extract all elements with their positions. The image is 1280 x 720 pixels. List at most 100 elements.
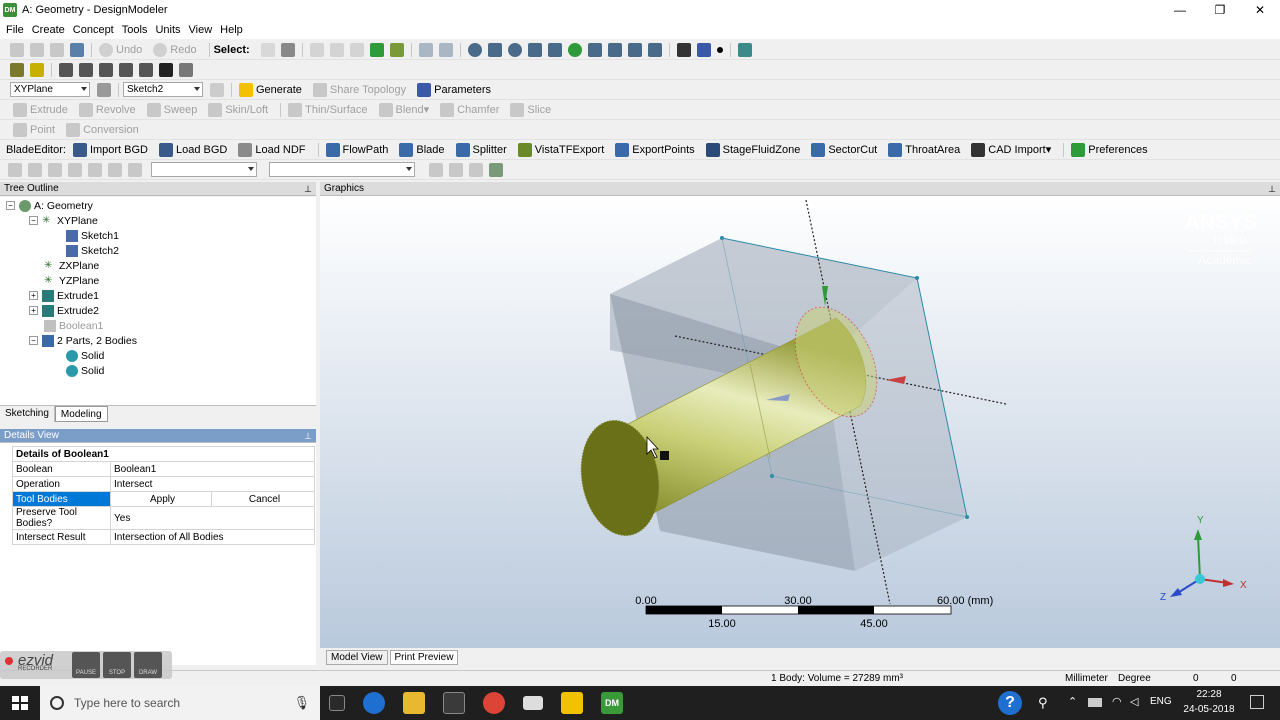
details-label-tool-bodies[interactable]: Tool Bodies: [12, 491, 111, 507]
help-icon[interactable]: ?: [998, 691, 1022, 715]
face-filter-icon[interactable]: [349, 42, 364, 57]
maximize-button[interactable]: ❐: [1200, 0, 1240, 20]
zoom-out-icon[interactable]: [607, 42, 622, 57]
chamfer-button[interactable]: Chamfer: [437, 102, 499, 117]
mail-icon[interactable]: [523, 696, 543, 710]
triad-icon[interactable]: [676, 42, 691, 57]
chrome-icon[interactable]: [483, 692, 505, 714]
filter-combo-2[interactable]: [269, 162, 415, 177]
people-icon[interactable]: ⚲: [1038, 695, 1048, 711]
blend-button[interactable]: Blend ▾: [376, 102, 429, 117]
collapse-icon[interactable]: −: [29, 216, 38, 225]
notifications-icon[interactable]: [1250, 695, 1264, 709]
display-edge-icon[interactable]: [10, 62, 24, 77]
ezvid-draw-button[interactable]: DRAW: [134, 652, 162, 678]
microphone-icon[interactable]: 🎙: [293, 695, 310, 711]
graphics-viewport[interactable]: ANSYS R19.0 Academic 0.00 30.00 60.00 (m…: [320, 196, 1280, 648]
zoom-to-fit-icon[interactable]: [547, 42, 562, 57]
sketch-combo[interactable]: Sketch2: [123, 82, 203, 97]
details-value-boolean[interactable]: Boolean1: [110, 461, 315, 477]
display-face-icon[interactable]: [30, 62, 44, 77]
plane-combo[interactable]: XYPlane: [10, 82, 90, 97]
snap-icon[interactable]: [159, 62, 173, 77]
tree-item-extrude1[interactable]: + Extrude1: [29, 288, 99, 303]
rotate-icon[interactable]: [467, 42, 482, 57]
volume-icon[interactable]: ◁: [1130, 695, 1138, 708]
details-value-operation[interactable]: Intersect: [110, 476, 315, 492]
battery-icon[interactable]: [1088, 698, 1102, 707]
tool-c-icon[interactable]: [48, 162, 62, 177]
tool-i-icon[interactable]: [449, 162, 463, 177]
tool-f-icon[interactable]: [108, 162, 122, 177]
tree-item-boolean1[interactable]: Boolean1: [44, 318, 103, 333]
sectorcut-button[interactable]: SectorCut: [808, 142, 877, 157]
expand-icon[interactable]: +: [29, 306, 38, 315]
menu-view[interactable]: View: [189, 24, 213, 36]
wifi-icon[interactable]: ◠: [1112, 695, 1122, 708]
zoom-in-icon[interactable]: [587, 42, 602, 57]
collapse-icon[interactable]: −: [29, 336, 38, 345]
screenshot-icon[interactable]: [70, 42, 84, 57]
pan-icon[interactable]: [487, 42, 502, 57]
tool-d-icon[interactable]: [68, 162, 82, 177]
tab-model-view[interactable]: Model View: [326, 650, 388, 665]
throatarea-button[interactable]: ThroatArea: [885, 142, 960, 157]
zoom-icon[interactable]: [507, 42, 522, 57]
parameters-button[interactable]: Parameters: [414, 82, 491, 97]
details-value-preserve[interactable]: Yes: [110, 506, 315, 530]
line-tool-icon[interactable]: [59, 62, 73, 77]
new-plane-icon[interactable]: [97, 82, 111, 97]
tree-item-sketch1[interactable]: Sketch1: [66, 228, 119, 243]
filter-combo-1[interactable]: [151, 162, 257, 177]
blade-button[interactable]: Blade: [396, 142, 445, 157]
tree-item-xyplane[interactable]: − ✳ XYPlane: [29, 213, 98, 228]
details-value-result[interactable]: Intersection of All Bodies: [110, 529, 315, 545]
tree-item-solid-2[interactable]: Solid: [66, 363, 104, 378]
store-icon[interactable]: [443, 692, 465, 714]
spline-tool-icon[interactable]: [119, 62, 133, 77]
tray-expand-icon[interactable]: ⌃: [1068, 695, 1077, 708]
sweep-button[interactable]: Sweep: [144, 102, 197, 117]
skin-loft-button[interactable]: Skin/Loft: [205, 102, 268, 117]
select-all-icon[interactable]: [418, 42, 433, 57]
body-filter-icon[interactable]: [369, 42, 384, 57]
file-explorer-icon[interactable]: [403, 692, 425, 714]
load-bgd-button[interactable]: Load BGD: [156, 142, 227, 157]
tree-item-sketch2[interactable]: Sketch2: [66, 243, 119, 258]
taskbar-search-box[interactable]: Type here to search 🎙: [40, 686, 320, 720]
extend-selection-icon[interactable]: [389, 42, 404, 57]
cad-import-button[interactable]: CAD Import ▾: [968, 142, 1051, 157]
stagefluidzone-button[interactable]: StageFluidZone: [703, 142, 800, 157]
menu-concept[interactable]: Concept: [73, 24, 114, 36]
share-topology-button[interactable]: Share Topology: [310, 82, 406, 97]
exportpoints-button[interactable]: ExportPoints: [612, 142, 695, 157]
clock-time[interactable]: 22:28: [1184, 689, 1234, 700]
open-icon[interactable]: [30, 42, 44, 57]
tool-e-icon[interactable]: [88, 162, 102, 177]
collapse-icon[interactable]: −: [6, 201, 15, 210]
polyline-tool-icon[interactable]: [79, 62, 93, 77]
pin-icon[interactable]: ⊥: [1268, 184, 1276, 195]
ansys-workbench-icon[interactable]: [561, 692, 583, 714]
edge-filter-icon[interactable]: [329, 42, 344, 57]
save-icon[interactable]: [50, 42, 64, 57]
close-button[interactable]: ✕: [1240, 0, 1280, 20]
tree-item-parts[interactable]: − 2 Parts, 2 Bodies: [29, 333, 137, 348]
tree-item-geometry[interactable]: − A: Geometry: [6, 198, 93, 213]
windows-start-icon[interactable]: [12, 696, 28, 710]
point-filter-icon[interactable]: [309, 42, 324, 57]
box-zoom-icon[interactable]: [527, 42, 542, 57]
dimension-icon[interactable]: [179, 62, 193, 77]
arc-tool-icon[interactable]: [99, 62, 113, 77]
tab-sketching[interactable]: Sketching: [0, 406, 55, 422]
tool-j-icon[interactable]: [469, 162, 483, 177]
select-filter-icon[interactable]: [280, 42, 295, 57]
tree-item-extrude2[interactable]: + Extrude2: [29, 303, 99, 318]
redo-button[interactable]: Redo: [150, 42, 197, 57]
tool-g-icon[interactable]: [128, 162, 142, 177]
box-select-icon[interactable]: [438, 42, 453, 57]
conversion-button[interactable]: Conversion: [63, 122, 139, 137]
pin-icon[interactable]: ⊥: [304, 184, 312, 195]
tab-modeling[interactable]: Modeling: [54, 406, 108, 422]
ezvid-stop-button[interactable]: STOP: [103, 652, 131, 678]
